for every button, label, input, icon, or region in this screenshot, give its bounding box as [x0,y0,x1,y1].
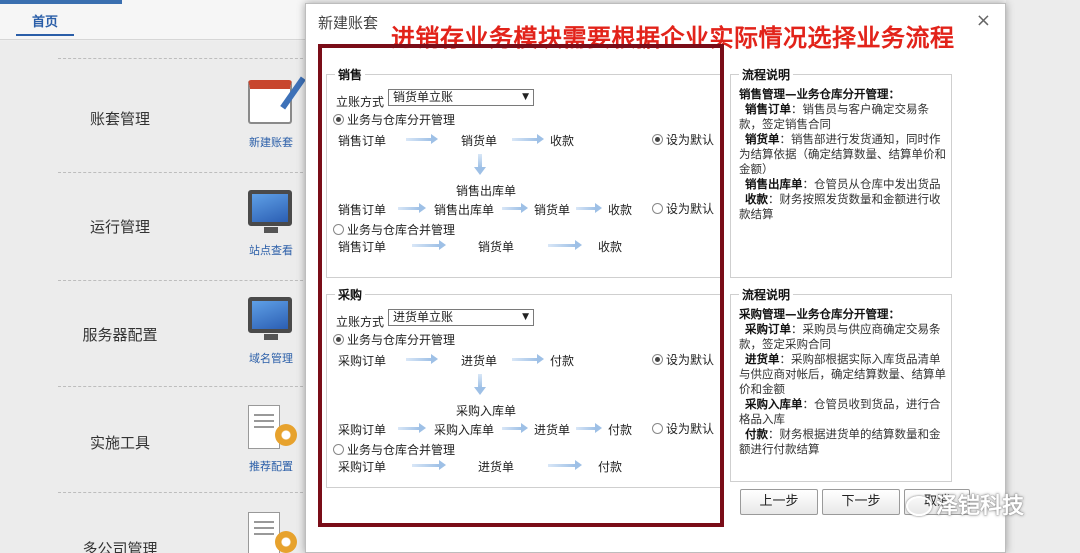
background-right-strip [1006,0,1080,553]
next-button[interactable]: 下一步 [822,489,900,515]
divider [58,280,308,281]
module-label-tools: 实施工具 [89,434,150,452]
description-text: ：财务按照发货数量和金额进行收款结算 [739,192,941,221]
sales-description-text: 销售管理—业务仓库分开管理： 销售订单：销售员与客户确定交易条款，签定销售合同 … [739,87,949,222]
top-accent-bar [0,0,122,4]
sales-description-panel: 流程说明 销售管理—业务仓库分开管理： 销售订单：销售员与客户确定交易条款，签定… [730,66,952,278]
module-label-account: 账套管理 [89,110,150,128]
link-new-account[interactable]: 新建账套 [238,134,304,150]
description-term: 销货单 [745,132,780,146]
description-term: 采购订单 [745,322,791,336]
description-item: 采购订单：采购员与供应商确定交易条款，签定采购合同 [739,322,949,352]
monitor-icon[interactable] [248,297,292,340]
description-term: 收款 [745,192,768,206]
description-text: ：财务根据进货单的结算数量和金额进行付款结算 [739,427,941,456]
link-site-view[interactable]: 站点查看 [238,242,304,258]
description-term: 进货单 [745,352,780,366]
description-item: 采购入库单：仓管员收到货品，进行合格品入库 [739,397,949,427]
watermark-text: 泽铠科技 [936,494,1025,519]
divider [58,172,308,173]
prev-button[interactable]: 上一步 [740,489,818,515]
description-term: 付款 [745,427,768,441]
wechat-icon [906,496,932,516]
close-icon[interactable]: × [976,10,991,31]
description-item: 销货单：销售部进行发货通知，同时作为结算依据（确定结算数量、结算单价和金额） [739,132,949,177]
purchase-description-heading: 采购管理—业务仓库分开管理： [739,307,900,321]
divider [58,386,308,387]
calendar-pencil-icon[interactable] [248,80,292,124]
sales-description-legend: 流程说明 [742,68,791,82]
new-account-dialog: 新建账套 × 进销存业务模块需要根据企业实际情况选择业务流程 销售 立账方式 销… [305,3,1006,553]
sales-description-heading: 销售管理—业务仓库分开管理： [739,87,900,101]
description-term: 销售出库单 [745,177,803,191]
description-term: 销售订单 [745,102,791,116]
module-label-runtime: 运行管理 [89,218,150,236]
dialog-title: 新建账套 [318,14,379,32]
divider [58,58,308,59]
description-item: 收款：财务按照发货数量和金额进行收款结算 [739,192,949,222]
description-item: 进货单：采购部根据实际入库货品清单与供应商对帐后，确定结算数量、结算单价和金额 [739,352,949,397]
module-label-multi-company: 多公司管理 [82,540,158,553]
description-item: 付款：财务根据进货单的结算数量和金额进行付款结算 [739,427,949,457]
link-domain-manage[interactable]: 域名管理 [238,350,304,366]
link-recommend-config[interactable]: 推荐配置 [238,458,304,474]
divider [58,492,308,493]
monitor-icon[interactable] [248,190,292,233]
tab-home[interactable]: 首页 [16,12,74,36]
watermark: 泽铠科技 [906,488,1024,520]
purchase-description-panel: 流程说明 采购管理—业务仓库分开管理： 采购订单：采购员与供应商确定交易条款，签… [730,286,952,482]
module-label-server: 服务器配置 [82,326,158,344]
purchase-description-text: 采购管理—业务仓库分开管理： 采购订单：采购员与供应商确定交易条款，签定采购合同… [739,307,949,457]
purchase-description-legend: 流程说明 [742,288,791,302]
description-item: 销售出库单：仓管员从仓库中发出货品 [739,177,949,192]
description-term: 采购入库单 [745,397,803,411]
red-highlight-frame [318,44,724,527]
description-item: 销售订单：销售员与客户确定交易条款，签定销售合同 [739,102,949,132]
description-text: ：仓管员从仓库中发出货品 [802,177,941,191]
document-gear-icon[interactable] [248,405,297,449]
document-icon[interactable] [248,512,297,553]
